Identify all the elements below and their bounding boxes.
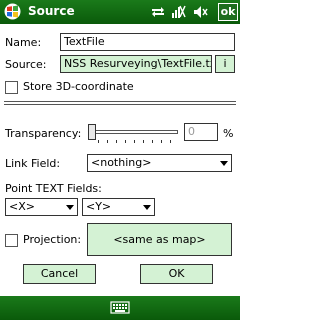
ok-button[interactable]: OK: [140, 264, 213, 284]
volume-icon[interactable]: [192, 4, 208, 20]
projection-checkbox[interactable]: [5, 234, 18, 247]
source-label: Source:: [5, 58, 47, 71]
y-field-select[interactable]: <Y>: [82, 198, 155, 216]
sync-icon[interactable]: [150, 4, 166, 20]
name-input[interactable]: TextFile: [60, 33, 235, 51]
slider-tick: [134, 140, 135, 143]
transparency-label: Transparency:: [5, 127, 82, 140]
window-title: Source: [28, 4, 75, 18]
link-field-select[interactable]: <nothing>: [87, 154, 232, 172]
source-field[interactable]: NSS Resurveying\TextFile.txt: [60, 55, 212, 73]
store-3d-checkbox[interactable]: [5, 81, 18, 94]
chevron-down-icon: [220, 161, 228, 166]
x-field-value: <X>: [9, 200, 35, 213]
link-field-label: Link Field:: [5, 157, 61, 170]
name-label: Name:: [5, 36, 42, 49]
slider-tick: [161, 140, 162, 143]
windows-start-icon[interactable]: [4, 3, 21, 20]
slider-tick: [152, 140, 153, 143]
transparency-input[interactable]: 0: [184, 123, 218, 141]
percent-unit: %: [223, 127, 234, 140]
chevron-down-icon: [66, 205, 74, 210]
bottom-bar: [0, 296, 240, 320]
projection-button[interactable]: <same as map>: [87, 223, 232, 256]
link-field-value: <nothing>: [91, 156, 152, 169]
transparency-slider-thumb[interactable]: [88, 124, 96, 140]
x-field-select[interactable]: <X>: [5, 198, 78, 216]
slider-tick: [98, 140, 99, 143]
slider-tick: [143, 140, 144, 143]
title-ok-button[interactable]: ok: [218, 3, 238, 21]
slider-tick: [125, 140, 126, 143]
projection-label: Projection:: [23, 233, 82, 246]
slider-tick: [116, 140, 117, 143]
divider: [4, 101, 236, 105]
store-3d-label: Store 3D-coordinate: [23, 80, 134, 93]
y-field-value: <Y>: [86, 200, 112, 213]
title-bar: Source ok: [0, 0, 240, 24]
keyboard-icon[interactable]: [110, 300, 130, 315]
source-form: Name: TextFile Source: NSS Resurveying\T…: [0, 24, 240, 296]
chevron-down-icon: [143, 205, 151, 210]
transparency-slider-track[interactable]: [88, 130, 178, 134]
point-text-fields-label: Point TEXT Fields:: [5, 182, 102, 195]
slider-tick: [107, 140, 108, 143]
no-signal-icon[interactable]: [170, 4, 186, 20]
cancel-button[interactable]: Cancel: [23, 264, 96, 284]
slider-tick: [170, 140, 171, 143]
info-button[interactable]: i: [215, 55, 235, 73]
